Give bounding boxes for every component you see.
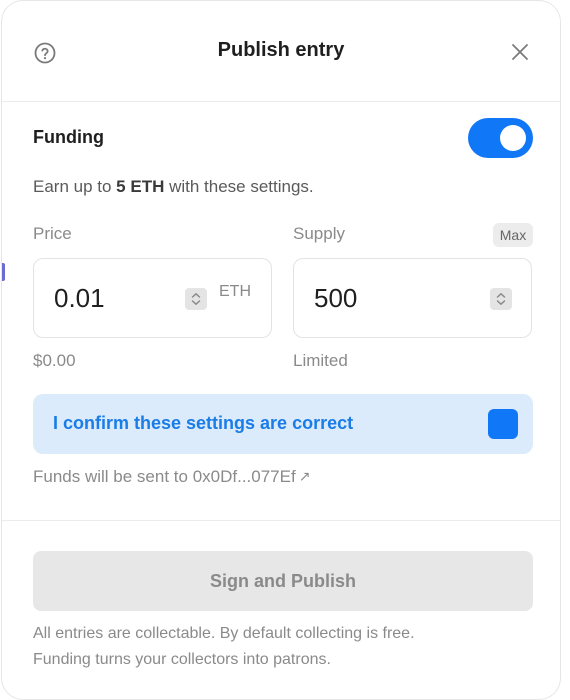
external-link-arrow-icon[interactable]: ↗ <box>299 468 311 485</box>
confirm-settings-row[interactable]: I confirm these settings are correct <box>33 394 533 454</box>
earn-description: Earn up to 5 ETH with these settings. <box>33 177 314 197</box>
confirm-checkbox[interactable] <box>488 409 518 439</box>
close-button[interactable] <box>509 41 531 63</box>
max-supply-button[interactable]: Max <box>493 223 533 247</box>
price-field: ETH <box>33 258 272 338</box>
publish-entry-dialog: Publish entry Funding Earn up to 5 ETH w… <box>1 0 561 700</box>
supply-field <box>293 258 532 338</box>
up-down-chevron-icon <box>191 293 201 305</box>
earn-prefix: Earn up to <box>33 177 117 196</box>
funding-toggle[interactable] <box>468 118 533 158</box>
earn-suffix: with these settings. <box>164 177 314 196</box>
funds-text: Funds will be sent to 0x0Df...077Ef <box>33 467 296 486</box>
up-down-chevron-icon <box>496 293 506 305</box>
supply-input[interactable] <box>314 283 444 314</box>
confirm-label: I confirm these settings are correct <box>53 413 354 433</box>
footer-note-line-1: All entries are collectable. By default … <box>33 625 415 642</box>
earn-amount: 5 ETH <box>116 177 165 196</box>
close-icon <box>512 44 528 60</box>
divider <box>2 520 560 521</box>
dialog-title: Publish entry <box>217 39 345 61</box>
price-input[interactable] <box>54 283 184 314</box>
price-usd-value: $0.00 <box>33 351 76 370</box>
supply-stepper[interactable] <box>490 288 512 310</box>
price-unit: ETH <box>219 283 251 300</box>
footer-note-line-2: Funding turns your collectors into patro… <box>33 651 331 668</box>
supply-limit-label: Limited <box>293 351 348 370</box>
sign-and-publish-button[interactable]: Sign and Publish <box>33 551 533 611</box>
price-stepper[interactable] <box>185 288 207 310</box>
toggle-knob <box>500 125 526 151</box>
supply-label: Supply <box>293 224 345 243</box>
dialog-header: Publish entry <box>2 1 560 102</box>
funds-destination: Funds will be sent to 0x0Df...077Ef ↗ <box>33 467 310 487</box>
edge-accent <box>2 263 5 281</box>
funding-label: Funding <box>33 127 104 147</box>
price-label: Price <box>33 224 72 243</box>
